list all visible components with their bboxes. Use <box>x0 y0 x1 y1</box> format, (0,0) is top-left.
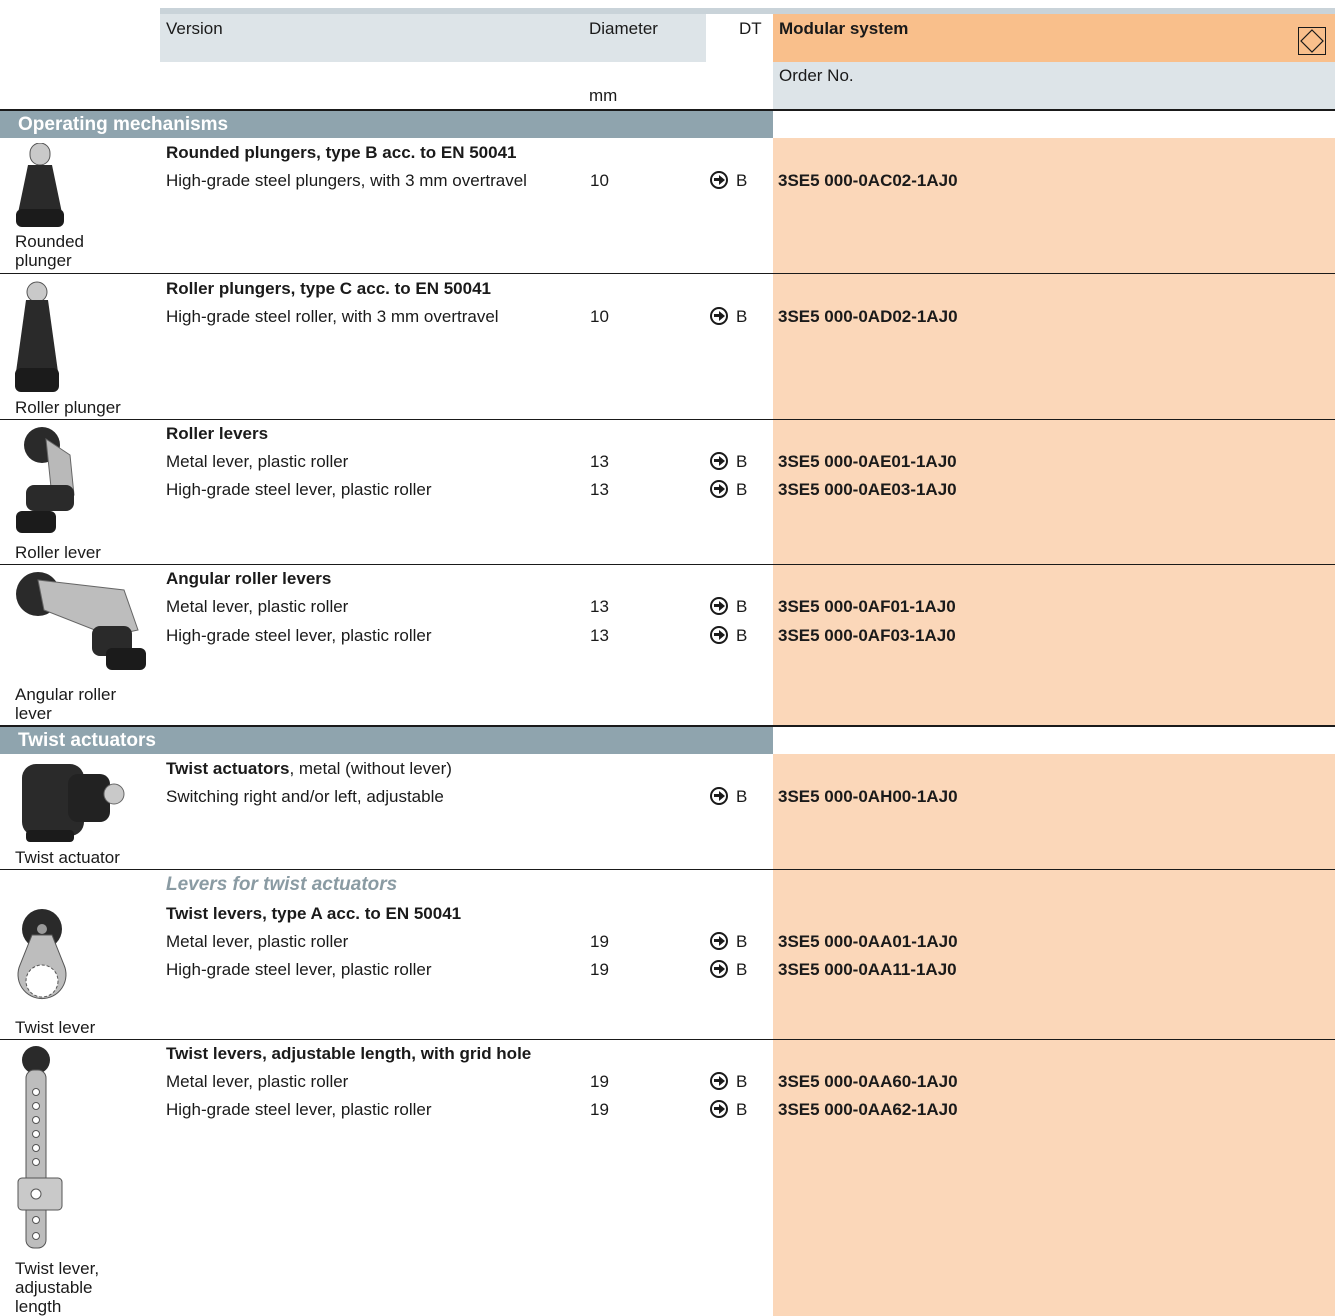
row-dt: B <box>710 960 747 980</box>
section-title-twist: Twist actuators <box>18 730 156 751</box>
header-dt: DT <box>739 19 762 38</box>
row-dt: B <box>710 626 747 646</box>
row-diameter: 19 <box>590 932 609 951</box>
order-number: 3SE5 000-0AE01-1AJ0 <box>778 452 957 471</box>
row-divider <box>0 273 1335 274</box>
caption-twist-lever: Twist lever <box>15 1018 96 1037</box>
row-diameter: 19 <box>590 960 609 979</box>
caption-roller-lever: Roller lever <box>15 543 101 562</box>
row-dt: B <box>710 480 747 500</box>
row-desc: Metal lever, plastic roller <box>166 452 349 471</box>
row-diameter: 19 <box>590 1072 609 1091</box>
order-number: 3SE5 000-0AH00-1AJ0 <box>778 787 958 806</box>
row-diameter: 13 <box>590 597 609 616</box>
row-dt: B <box>710 1072 747 1092</box>
row-dt: B <box>710 787 747 807</box>
arrow-right-icon <box>710 1072 728 1090</box>
row-dt: B <box>710 171 747 191</box>
order-number: 3SE5 000-0AA62-1AJ0 <box>778 1100 958 1119</box>
row-dt: B <box>710 932 747 952</box>
row-desc: Metal lever, plastic roller <box>166 932 349 951</box>
order-number: 3SE5 000-0AF03-1AJ0 <box>778 626 956 645</box>
row-dt: B <box>710 1100 747 1120</box>
adjustable-twist-lever-image <box>14 1044 68 1259</box>
row-divider <box>0 869 1335 870</box>
twist-lever-image <box>14 905 72 1018</box>
modular-system-icon <box>1298 27 1326 55</box>
row-desc: High-grade steel roller, with 3 mm overt… <box>166 307 499 326</box>
arrow-right-icon <box>710 452 728 470</box>
row-desc: High-grade steel plungers, with 3 mm ove… <box>166 171 527 190</box>
caption-twist-actuator: Twist actuator <box>15 848 120 867</box>
header-unit: mm <box>589 86 618 105</box>
caption-roller-plunger: Roller plunger <box>15 398 121 417</box>
order-number: 3SE5 000-0AA01-1AJ0 <box>778 932 958 951</box>
section-title-operating: Operating mechanisms <box>18 114 229 135</box>
row-desc: Metal lever, plastic roller <box>166 1072 349 1091</box>
order-number: 3SE5 000-0AE03-1AJ0 <box>778 480 957 499</box>
group-title-adjustable: Twist levers, adjustable length, with gr… <box>166 1044 532 1063</box>
row-desc: High-grade steel lever, plastic roller <box>166 960 432 979</box>
row-desc: High-grade steel lever, plastic roller <box>166 626 432 645</box>
caption-rounded-plunger: Rounded plunger <box>15 232 85 270</box>
order-number: 3SE5 000-0AA60-1AJ0 <box>778 1072 958 1091</box>
group-title-twist-levers-a: Twist levers, type A acc. to EN 50041 <box>166 904 462 923</box>
row-desc: High-grade steel lever, plastic roller <box>166 480 432 499</box>
row-dt: B <box>710 307 747 327</box>
row-diameter: 10 <box>590 307 609 326</box>
row-dt: B <box>710 597 747 617</box>
arrow-right-icon <box>710 597 728 615</box>
arrow-right-icon <box>710 307 728 325</box>
header-diameter: Diameter <box>589 19 658 38</box>
row-diameter: 10 <box>590 171 609 190</box>
arrow-right-icon <box>710 171 728 189</box>
roller-lever-image <box>12 425 82 542</box>
header-version: Version <box>166 19 223 38</box>
group-title-rounded: Rounded plungers, type B acc. to EN 5004… <box>166 143 517 162</box>
row-desc: Switching right and/or left, adjustable <box>166 787 444 806</box>
order-number: 3SE5 000-0AF01-1AJ0 <box>778 597 956 616</box>
arrow-right-icon <box>710 787 728 805</box>
row-diameter: 13 <box>590 452 609 471</box>
row-diameter: 13 <box>590 626 609 645</box>
rounded-plunger-image <box>10 142 70 238</box>
order-number: 3SE5 000-0AA11-1AJ0 <box>778 960 957 979</box>
group-title-roller-plungers: Roller plungers, type C acc. to EN 50041 <box>166 279 492 298</box>
roller-plunger-image <box>12 280 62 400</box>
group-title-angular: Angular roller levers <box>166 569 332 588</box>
arrow-right-icon <box>710 960 728 978</box>
row-diameter: 13 <box>590 480 609 499</box>
row-divider <box>0 564 1335 565</box>
subheading-levers: Levers for twist actuators <box>166 874 398 895</box>
row-desc: Metal lever, plastic roller <box>166 597 349 616</box>
order-column-twist <box>773 754 1335 1316</box>
row-diameter: 19 <box>590 1100 609 1119</box>
arrow-right-icon <box>710 932 728 950</box>
order-number: 3SE5 000-0AC02-1AJ0 <box>778 171 958 190</box>
header-order-cell <box>773 62 1335 109</box>
caption-angular-roller-lever: Angular roller lever <box>15 685 117 723</box>
arrow-right-icon <box>710 626 728 644</box>
arrow-right-icon <box>710 480 728 498</box>
twist-actuator-image <box>18 758 130 849</box>
row-dt: B <box>710 452 747 472</box>
angular-roller-lever-image <box>14 570 150 685</box>
row-divider <box>0 419 1335 420</box>
group-title-twist-actuators: Twist actuators, metal (without lever) <box>166 759 452 778</box>
order-number: 3SE5 000-0AD02-1AJ0 <box>778 307 958 326</box>
row-desc: High-grade steel lever, plastic roller <box>166 1100 432 1119</box>
header-modular-system: Modular system <box>779 19 909 38</box>
group-title-roller-levers: Roller levers <box>166 424 269 443</box>
header-order-no: Order No. <box>779 66 854 85</box>
row-divider <box>0 1039 1335 1040</box>
arrow-right-icon <box>710 1100 728 1118</box>
caption-twist-lever-adjustable: Twist lever, adjustable length <box>15 1259 100 1316</box>
